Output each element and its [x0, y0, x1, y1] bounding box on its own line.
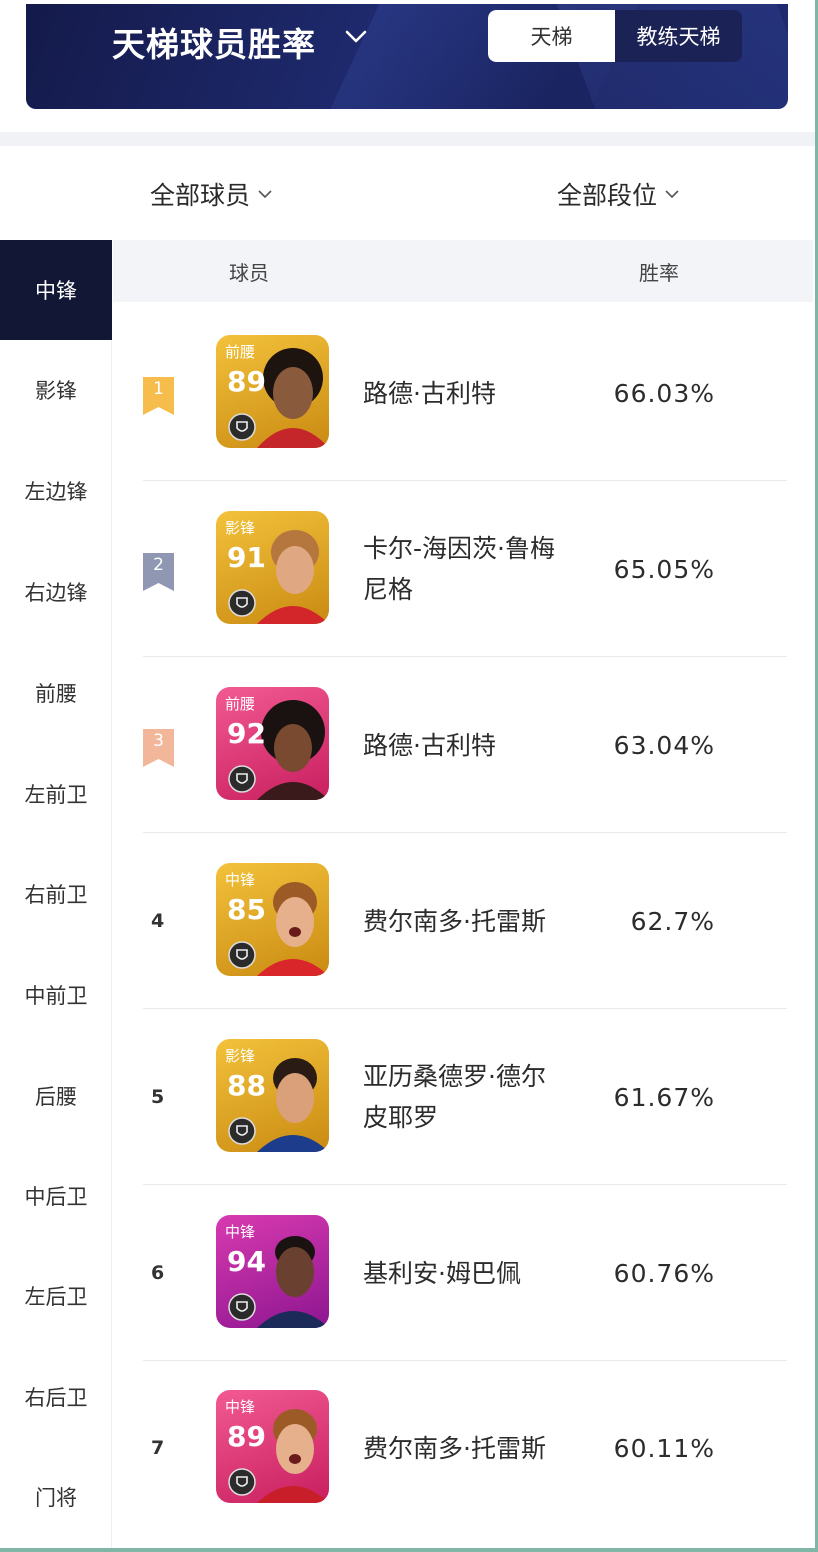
chevron-down-icon [665, 190, 679, 199]
sidebar-item-cb[interactable]: 中后卫 [0, 1146, 112, 1246]
sidebar-item-amf[interactable]: 前腰 [0, 643, 112, 743]
rank-number: 3 [153, 731, 164, 751]
card-rating: 91 [227, 541, 266, 574]
page-title: 天梯球员胜率 [112, 25, 316, 64]
player-card: 中锋 89 [216, 1390, 329, 1503]
rank-number: 4 [151, 910, 165, 932]
sidebar-item-ss[interactable]: 影锋 [0, 340, 112, 440]
table-row[interactable]: 5 影锋 88 亚历桑德罗·德尔皮耶罗 61.67% [113, 1009, 813, 1185]
player-name: 费尔南多·托雷斯 [363, 906, 546, 936]
card-rating: 94 [227, 1245, 266, 1278]
player-badge-icon [228, 589, 256, 617]
sidebar-item-cf[interactable]: 中锋 [0, 240, 112, 340]
sidebar-item-lwf[interactable]: 左边锋 [0, 441, 112, 541]
column-header-player[interactable]: 球员 [229, 240, 269, 302]
card-position: 影锋 [225, 519, 256, 537]
win-rate: 66.03% [613, 378, 715, 408]
tab-coach-ladder[interactable]: 教练天梯 [615, 10, 742, 62]
player-badge-icon [228, 1293, 256, 1321]
player-card: 影锋 91 [216, 511, 329, 624]
section-divider [0, 132, 818, 146]
header-banner: 天梯球员胜率 天梯 教练天梯 [26, 4, 788, 109]
win-rate: 62.7% [630, 906, 715, 936]
table-row[interactable]: 1 前腰 89 路德·古利特 66.03% [113, 305, 813, 481]
player-name: 基利安·姆巴佩 [363, 1258, 521, 1288]
rank-filter-label: 全部段位 [557, 181, 658, 210]
table-row[interactable]: 3 前腰 92 路德·古利特 63.04% [113, 657, 813, 833]
player-badge-icon [228, 1117, 256, 1145]
sidebar-item-rb[interactable]: 右后卫 [0, 1347, 112, 1447]
card-position: 前腰 [225, 695, 256, 713]
position-sidebar: 中锋 影锋 左边锋 右边锋 前腰 左前卫 右前卫 中前卫 后腰 中后卫 左后卫 … [0, 240, 112, 1552]
player-name: 路德·古利特 [363, 378, 496, 408]
card-position: 中锋 [225, 871, 256, 889]
rank-number: 1 [153, 379, 164, 399]
player-card: 影锋 88 [216, 1039, 329, 1152]
sidebar-item-rwf[interactable]: 右边锋 [0, 542, 112, 642]
player-badge-icon [228, 1468, 256, 1496]
player-filter-dropdown[interactable]: 全部球员 [150, 172, 274, 216]
rank-number: 2 [153, 555, 164, 575]
rank-number: 5 [151, 1086, 165, 1108]
sidebar-item-lb[interactable]: 左后卫 [0, 1246, 112, 1346]
card-rating: 85 [227, 893, 266, 926]
chevron-down-icon [258, 190, 272, 199]
card-rating: 88 [227, 1069, 266, 1102]
sidebar-item-gk[interactable]: 门将 [0, 1447, 112, 1547]
column-header-win-rate[interactable]: 胜率 [639, 240, 679, 302]
ladder-tab-switch: 天梯 教练天梯 [488, 10, 742, 62]
player-name: 路德·古利特 [363, 730, 496, 760]
player-name: 卡尔-海因茨·鲁梅尼格 [363, 534, 555, 604]
win-rate: 63.04% [613, 730, 715, 760]
win-rate: 65.05% [613, 554, 715, 584]
player-badge-icon [228, 765, 256, 793]
win-rate: 61.67% [613, 1082, 715, 1112]
player-badge-icon [228, 413, 256, 441]
table-row[interactable]: 4 中锋 85 费尔南多·托雷斯 62.7% [113, 833, 813, 1009]
chevron-down-icon[interactable] [344, 24, 368, 48]
rank-number: 7 [151, 1437, 165, 1459]
player-filter-label: 全部球员 [150, 181, 251, 210]
card-position: 中锋 [225, 1223, 256, 1241]
card-rating: 89 [227, 1420, 266, 1453]
player-card: 前腰 92 [216, 687, 329, 800]
table-row[interactable]: 6 中锋 94 基利安·姆巴佩 60.76% [113, 1185, 813, 1361]
win-rate: 60.11% [613, 1433, 715, 1463]
sidebar-item-rmf[interactable]: 右前卫 [0, 844, 112, 944]
card-rating: 89 [227, 365, 266, 398]
player-card: 中锋 85 [216, 863, 329, 976]
table-row[interactable]: 2 影锋 91 卡尔-海因茨·鲁梅尼格 65.05% [113, 481, 813, 657]
player-card: 中锋 94 [216, 1215, 329, 1328]
rank-filter-dropdown[interactable]: 全部段位 [557, 172, 681, 216]
card-position: 影锋 [225, 1047, 256, 1065]
player-badge-icon [228, 941, 256, 969]
player-name: 亚历桑德罗·德尔皮耶罗 [363, 1062, 546, 1132]
sidebar-item-cmf[interactable]: 中前卫 [0, 945, 112, 1045]
sidebar-item-dmf[interactable]: 后腰 [0, 1046, 112, 1146]
sidebar-item-lmf[interactable]: 左前卫 [0, 744, 112, 844]
player-name: 费尔南多·托雷斯 [363, 1433, 546, 1463]
player-card: 前腰 89 [216, 335, 329, 448]
card-rating: 92 [227, 717, 266, 750]
card-position: 前腰 [225, 343, 256, 361]
table-row[interactable]: 7 中锋 89 费尔南多·托雷斯 60.11% [113, 1360, 813, 1536]
tab-ladder[interactable]: 天梯 [488, 10, 615, 62]
table-header: 球员 胜率 [113, 240, 813, 302]
card-position: 中锋 [225, 1398, 256, 1416]
win-rate: 60.76% [613, 1258, 715, 1288]
rank-number: 6 [151, 1262, 165, 1284]
